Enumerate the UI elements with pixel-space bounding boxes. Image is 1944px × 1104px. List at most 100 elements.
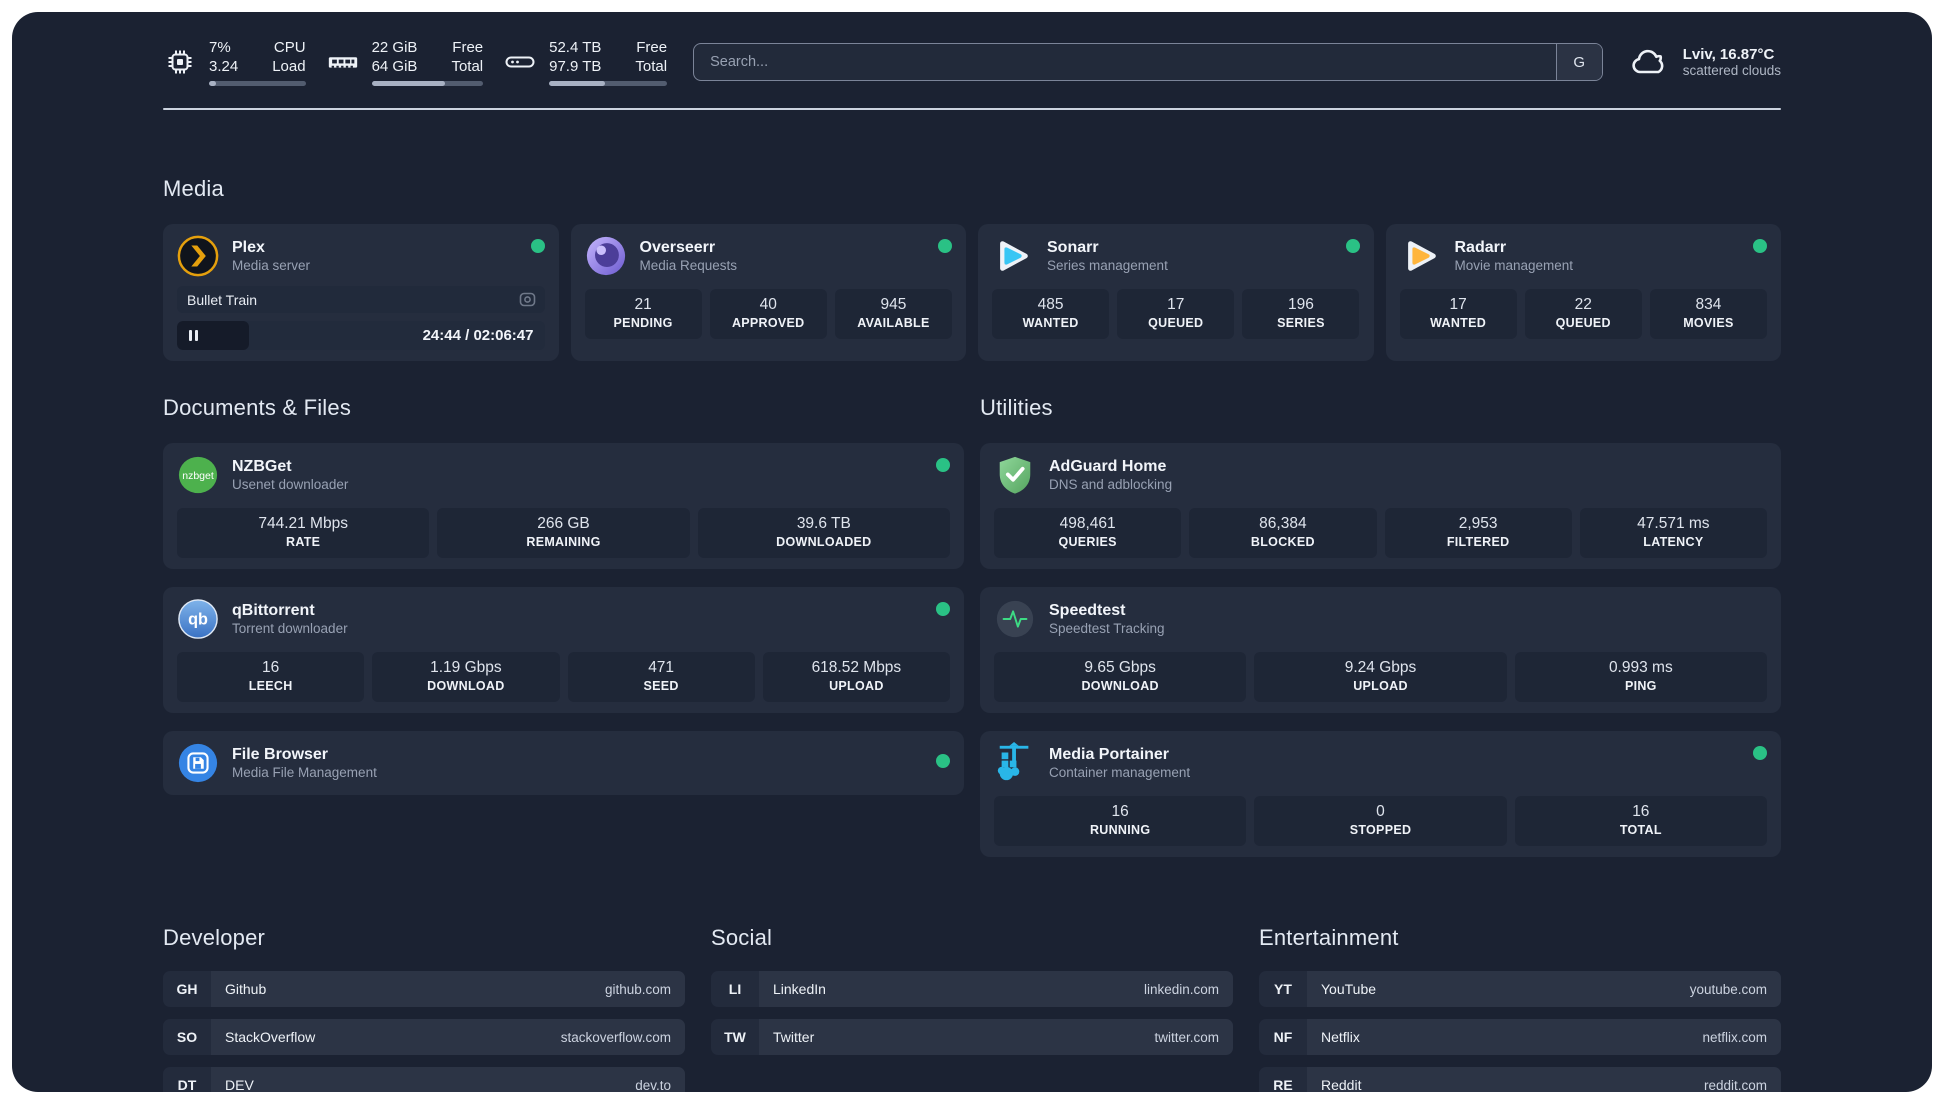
cpu-icon (163, 45, 197, 79)
playback-progress: 24:44 / 02:06:47 (177, 321, 545, 350)
disk-total-label: Total (635, 58, 668, 75)
stat-pill: 498,461 QUERIES (994, 508, 1182, 558)
adguard-icon (994, 454, 1036, 496)
svg-text:nzbget: nzbget (182, 470, 214, 482)
status-dot (936, 458, 950, 472)
stat-pill: 9.24 Gbps UPLOAD (1254, 652, 1507, 702)
app-desc: Speedtest Tracking (1049, 620, 1165, 636)
disk-progress-bar (549, 81, 668, 86)
app-desc: Usenet downloader (232, 476, 349, 492)
ram-stat: 22 GiB 64 GiB Free Total (326, 38, 484, 86)
cloud-icon (1629, 44, 1671, 80)
app-name: Plex (232, 238, 265, 256)
section-title-utilities: Utilities (980, 395, 1053, 420)
status-dot (936, 754, 950, 768)
top-bar: 7% 3.24 CPU Load 22 GiB 64 GiB Free Tota… (163, 12, 1781, 86)
section-title-developer: Developer (163, 925, 266, 950)
link-dev[interactable]: DT DEV dev.to (163, 1067, 685, 1092)
stat-pill: 2,953 FILTERED (1384, 508, 1572, 558)
stat-pill: 16 TOTAL (1514, 796, 1767, 846)
speedtest-icon (994, 598, 1036, 640)
radarr-icon (1400, 235, 1442, 277)
disk-free: 52.4 TB (549, 39, 602, 56)
link-abbr: DT (163, 1067, 211, 1092)
section-title-social: Social (711, 925, 773, 950)
stat-pill: 22 QUEUED (1524, 289, 1642, 339)
stat-pill: 945 AVAILABLE (834, 289, 952, 339)
portainer-icon (994, 742, 1036, 784)
qbittorrent-card[interactable]: qb qBittorrent Torrent downloader 16 LEE… (163, 587, 964, 713)
stat-pill: 16 LEECH (177, 652, 365, 702)
app-name: File Browser (232, 745, 329, 763)
pause-icon[interactable] (189, 330, 198, 341)
link-abbr: LI (711, 971, 759, 1007)
link-linkedin[interactable]: LI LinkedIn linkedin.com (711, 971, 1233, 1007)
stat-pill: 40 APPROVED (709, 289, 827, 339)
cpu-load-avg: 3.24 (209, 58, 239, 75)
stat-pill: 17 QUEUED (1117, 289, 1235, 339)
app-name: Media Portainer (1049, 745, 1170, 763)
app-name: AdGuard Home (1049, 457, 1167, 475)
app-name: NZBGet (232, 457, 292, 475)
stat-pill: 0.993 ms PING (1514, 652, 1767, 702)
search-input[interactable] (694, 44, 1556, 80)
disk-icon (503, 45, 537, 79)
link-twitter[interactable]: TW Twitter twitter.com (711, 1019, 1233, 1055)
cpu-load-label: Load (272, 58, 306, 75)
link-stackoverflow[interactable]: SO StackOverflow stackoverflow.com (163, 1019, 685, 1055)
stat-pill: 485 WANTED (992, 289, 1110, 339)
app-name: Overseerr (639, 238, 716, 256)
filebrowser-icon (177, 742, 219, 784)
stat-pill: 9.65 Gbps DOWNLOAD (994, 652, 1247, 702)
sonarr-icon (992, 235, 1034, 277)
app-desc: Torrent downloader (232, 620, 348, 636)
qbittorrent-icon: qb (177, 598, 219, 640)
weather-location-temp: Lviv, 16.87°C (1682, 46, 1775, 63)
link-abbr: YT (1259, 971, 1307, 1007)
stat-pill: 1.19 Gbps DOWNLOAD (372, 652, 560, 702)
link-youtube[interactable]: YT YouTube youtube.com (1259, 971, 1781, 1007)
now-playing-row: Bullet Train (177, 286, 545, 313)
app-desc: DNS and adblocking (1049, 476, 1173, 492)
filebrowser-card[interactable]: File Browser Media File Management (163, 731, 964, 795)
disk-stat: 52.4 TB 97.9 TB Free Total (503, 38, 668, 86)
ram-free-label: Free (452, 39, 484, 56)
plex-icon (177, 235, 219, 277)
stat-pill: 834 MOVIES (1649, 289, 1767, 339)
ram-free: 22 GiB (371, 39, 418, 56)
cpu-usage: 7% (209, 39, 231, 56)
ram-total: 64 GiB (371, 58, 418, 75)
search-engine-button[interactable]: G (1555, 44, 1602, 80)
app-name: Sonarr (1047, 238, 1099, 256)
portainer-card[interactable]: Media Portainer Container management 16 … (980, 731, 1781, 857)
link-abbr: NF (1259, 1019, 1307, 1055)
link-abbr: TW (711, 1019, 759, 1055)
app-name: qBittorrent (232, 601, 315, 619)
camera-icon (519, 292, 536, 307)
speedtest-card[interactable]: Speedtest Speedtest Tracking 9.65 Gbps D… (980, 587, 1781, 713)
playback-time: 24:44 / 02:06:47 (422, 327, 534, 344)
stat-pill: 266 GB REMAINING (437, 508, 690, 558)
adguard-card[interactable]: AdGuard Home DNS and adblocking 498,461 … (980, 443, 1781, 569)
radarr-card[interactable]: Radarr Movie management 17 WANTED 22 QUE… (1385, 224, 1781, 361)
link-github[interactable]: GH Github github.com (163, 971, 685, 1007)
link-abbr: GH (163, 971, 211, 1007)
status-dot (936, 602, 950, 616)
plex-card[interactable]: Plex Media server Bullet Train 24:44 / 0… (163, 224, 559, 361)
app-desc: Series management (1047, 257, 1168, 273)
status-dot (1345, 239, 1360, 253)
nzbget-card[interactable]: nzbget NZBGet Usenet downloader 744.21 M… (163, 443, 964, 569)
status-dot (1753, 746, 1767, 760)
disk-free-label: Free (636, 39, 668, 56)
link-reddit[interactable]: RE Reddit reddit.com (1259, 1067, 1781, 1092)
overseerr-card[interactable]: Overseerr Media Requests 21 PENDING 40 A… (570, 224, 966, 361)
section-title-entertainment: Entertainment (1259, 925, 1399, 950)
stat-pill: 471 SEED (567, 652, 755, 702)
link-netflix[interactable]: NF Netflix netflix.com (1259, 1019, 1781, 1055)
stat-pill: 21 PENDING (584, 289, 702, 339)
ram-icon (326, 45, 360, 79)
weather-condition: scattered clouds (1682, 63, 1781, 78)
sonarr-card[interactable]: Sonarr Series management 485 WANTED 17 Q… (978, 224, 1374, 361)
cpu-stat: 7% 3.24 CPU Load (163, 38, 306, 86)
status-dot (938, 239, 952, 253)
